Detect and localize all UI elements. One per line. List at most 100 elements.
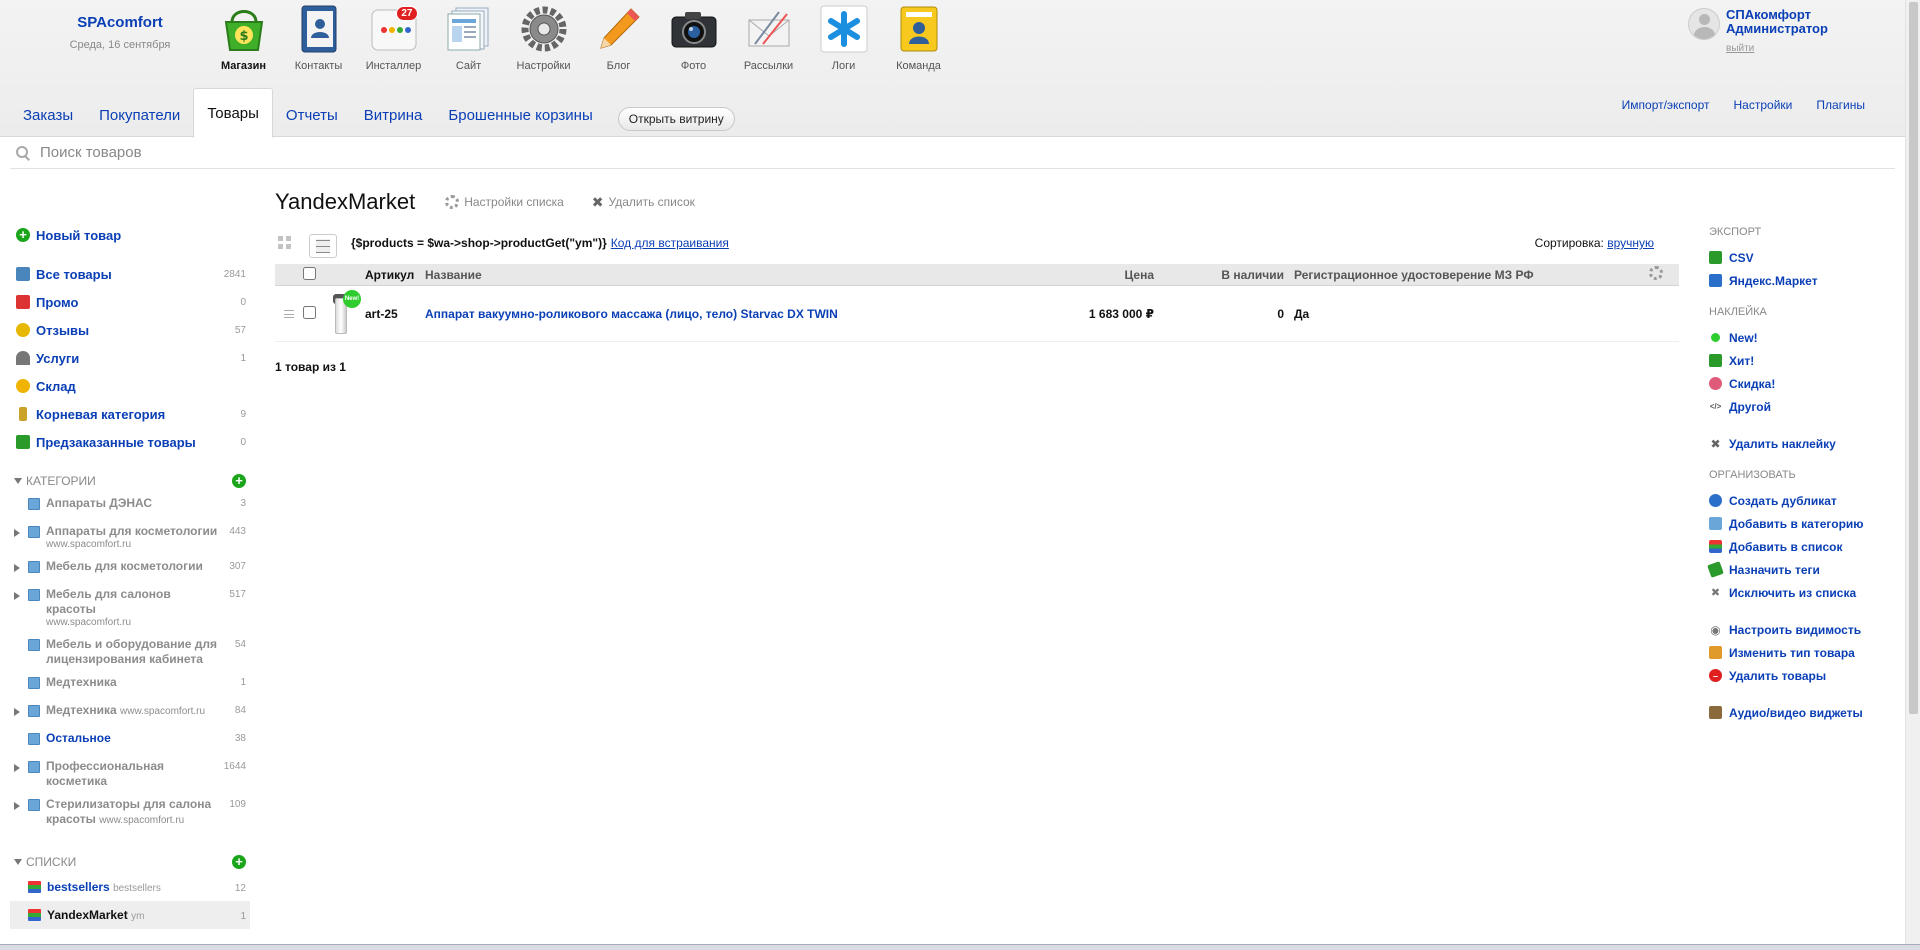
sidebar-item-stock[interactable]: Склад (10, 372, 250, 400)
grid-view-icon[interactable] (275, 233, 295, 253)
sidebar-item-promo[interactable]: Промо 0 (10, 288, 250, 316)
sticker-hit[interactable]: Хит! (1709, 349, 1899, 372)
title-row: YandexMarket Настройки списка ✖ Удалить … (275, 186, 1679, 218)
sidebar-item-all-products[interactable]: Все товары 2841 (10, 260, 250, 288)
category-item[interactable]: Мебель для косметологии 307 (10, 555, 250, 583)
app-contacts[interactable]: Контакты (281, 4, 356, 74)
list-count: 1 (240, 910, 246, 922)
export-csv[interactable]: CSV (1709, 246, 1899, 269)
list-settings-button[interactable]: Настройки списка (445, 195, 564, 209)
app-shop[interactable]: $ Магазин (206, 4, 281, 74)
column-registration[interactable]: Регистрационное удостоверение МЗ РФ (1294, 268, 1649, 282)
embed-code-link[interactable]: Код для встраивания (611, 236, 729, 250)
configure-visibility[interactable]: ◉ Настроить видимость (1709, 618, 1899, 641)
user-role[interactable]: Администратор (1726, 22, 1828, 36)
categories-header[interactable]: КАТЕГОРИИ + (10, 470, 250, 492)
duplicate-product[interactable]: Создать дубликат (1709, 489, 1899, 512)
product-name-cell: Аппарат вакуумно-роликового массажа (лиц… (425, 307, 1034, 321)
app-installer[interactable]: 27 Инсталлер (356, 4, 431, 74)
add-to-category[interactable]: Добавить в категорию (1709, 512, 1899, 535)
lists-header[interactable]: СПИСКИ + (10, 851, 250, 873)
tab-abandoned-carts[interactable]: Брошенные корзины (435, 99, 605, 137)
column-sku[interactable]: Артикул (365, 268, 425, 282)
expand-triangle[interactable] (14, 759, 28, 775)
tab-reports[interactable]: Отчеты (273, 99, 351, 137)
app-team[interactable]: Команда (881, 4, 956, 74)
avatar[interactable] (1688, 8, 1720, 40)
category-item[interactable]: Мебель для салонов красоты www.spacomfort… (10, 583, 250, 633)
page-scrollbar[interactable] (1905, 0, 1920, 950)
app-photos[interactable]: Фото (656, 4, 731, 74)
collapse-triangle-icon[interactable] (14, 478, 22, 484)
table-view-icon[interactable] (309, 234, 337, 258)
row-checkbox[interactable] (303, 305, 316, 319)
sticker-new[interactable]: New! (1709, 326, 1899, 349)
sidebar-item-root-category[interactable]: Корневая категория 9 (10, 400, 250, 428)
list-name: bestsellers (47, 880, 110, 894)
expand-triangle[interactable] (14, 703, 28, 719)
search-input[interactable] (38, 143, 638, 162)
logout-link[interactable]: выйти (1726, 42, 1754, 56)
app-settings[interactable]: Настройки (506, 4, 581, 74)
delete-list-button[interactable]: ✖ Удалить список (592, 194, 695, 211)
tab-products[interactable]: Товары (193, 88, 273, 138)
export-yandex-market[interactable]: Яндекс.Маркет (1709, 269, 1899, 292)
open-store-button[interactable]: Открыть витрину (617, 107, 735, 131)
tab-orders[interactable]: Заказы (10, 99, 86, 137)
category-item[interactable]: Аппараты для косметологии www.spacomfort.… (10, 520, 250, 555)
sticker-other[interactable]: </> Другой (1709, 395, 1899, 418)
drag-handle[interactable] (275, 307, 303, 321)
assign-tags[interactable]: Назначить теги (1707, 558, 1899, 581)
scrollbar-thumb[interactable] (1909, 2, 1918, 714)
expand-triangle[interactable] (14, 587, 28, 603)
exclude-from-list[interactable]: ✖ Исключить из списка (1709, 581, 1899, 604)
expand-triangle[interactable] (14, 559, 28, 575)
column-price[interactable]: Цена (1034, 268, 1164, 282)
list-item-yandexmarket[interactable]: YandexMarket ym 1 (10, 901, 250, 929)
category-item[interactable]: Остальное 38 (10, 727, 250, 755)
delete-products[interactable]: – Удалить товары (1709, 664, 1899, 687)
category-item[interactable]: Медтехника www.spacomfort.ru 84 (10, 699, 250, 727)
column-name[interactable]: Название (425, 268, 1034, 282)
category-item[interactable]: Стерилизаторы для салона красоты www.spa… (10, 793, 250, 831)
category-item[interactable]: Мебель и оборудование для лицензирования… (10, 633, 250, 671)
product-name-link[interactable]: Аппарат вакуумно-роликового массажа (лиц… (425, 307, 838, 321)
settings-link[interactable]: Настройки (1734, 98, 1793, 112)
product-thumbnail[interactable]: New! (325, 289, 365, 338)
brand-name[interactable]: SPAcomfort (40, 14, 200, 31)
minus-circle-icon: – (1709, 669, 1722, 682)
expand-triangle[interactable] (14, 797, 28, 813)
select-all-checkbox[interactable] (303, 266, 316, 280)
add-list-icon[interactable]: + (232, 855, 246, 869)
category-count: 38 (234, 733, 246, 744)
column-stock[interactable]: В наличии (1164, 268, 1294, 282)
expand-triangle[interactable] (14, 524, 28, 540)
sticker-discount[interactable]: Скидка! (1709, 372, 1899, 395)
columns-settings[interactable] (1649, 266, 1679, 283)
sidebar-item-preorders[interactable]: Предзаказанные товары 0 (10, 428, 250, 456)
sidebar-item-services[interactable]: Услуги 1 (10, 344, 250, 372)
category-name: Аппараты ДЭНАС (46, 496, 153, 510)
tab-storefront[interactable]: Витрина (351, 99, 436, 137)
tab-customers[interactable]: Покупатели (86, 99, 193, 137)
add-category-icon[interactable]: + (232, 474, 246, 488)
app-logs[interactable]: Логи (806, 4, 881, 74)
app-blog[interactable]: Блог (581, 4, 656, 74)
sort-value-link[interactable]: вручную (1607, 236, 1654, 250)
category-item[interactable]: Профессиональная косметика 1644 (10, 755, 250, 793)
app-mailer[interactable]: Рассылки (731, 4, 806, 74)
sidebar-item-reviews[interactable]: Отзывы 57 (10, 316, 250, 344)
audio-video-widgets[interactable]: Аудио/видео виджеты (1709, 701, 1899, 724)
remove-sticker[interactable]: ✖ Удалить наклейку (1709, 432, 1899, 455)
user-company[interactable]: СПАкомфорт (1726, 8, 1828, 22)
category-item[interactable]: Аппараты ДЭНАС 3 (10, 492, 250, 520)
change-product-type[interactable]: Изменить тип товара (1709, 641, 1899, 664)
category-item[interactable]: Медтехника 1 (10, 671, 250, 699)
list-item-bestsellers[interactable]: bestsellers bestsellers 12 (10, 873, 250, 901)
add-to-list[interactable]: Добавить в список (1709, 535, 1899, 558)
app-site[interactable]: Сайт (431, 4, 506, 74)
collapse-triangle-icon[interactable] (14, 859, 22, 865)
new-product-button[interactable]: + Новый товар (10, 224, 250, 246)
plugins-link[interactable]: Плагины (1816, 98, 1865, 112)
import-export-link[interactable]: Импорт/экспорт (1622, 98, 1710, 112)
